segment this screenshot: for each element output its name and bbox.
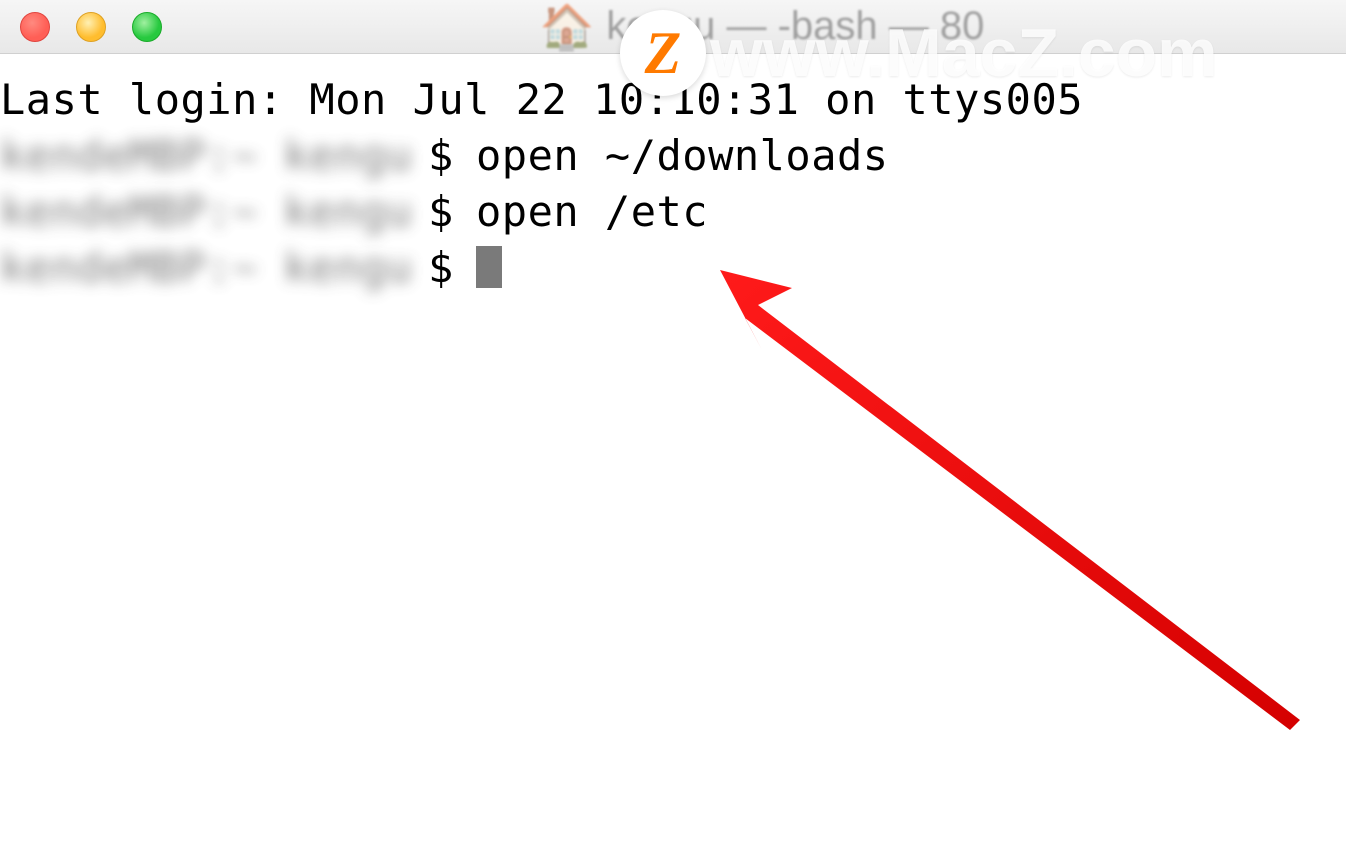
prompt-host: kendeMBP:~ kengu	[0, 184, 428, 240]
arrow-annotation-icon	[700, 250, 1320, 750]
cursor	[476, 246, 502, 288]
prompt-host: kendeMBP:~ kengu	[0, 128, 428, 184]
close-button[interactable]	[20, 12, 50, 42]
watermark: Z www.MacZ.com	[620, 10, 1218, 96]
minimize-button[interactable]	[76, 12, 106, 42]
watermark-text: www.MacZ.com	[710, 14, 1218, 92]
prompt-symbol: $	[428, 240, 476, 296]
prompt-symbol: $	[428, 184, 476, 240]
command-text: open /etc	[476, 184, 708, 240]
prompt-symbol: $	[428, 128, 476, 184]
traffic-lights	[20, 12, 162, 42]
home-icon: 🏠	[540, 1, 595, 53]
command-text: open ~/downloads	[476, 128, 889, 184]
prompt-host: kendeMBP:~ kengu	[0, 240, 428, 296]
command-line-2: kendeMBP:~ kengu$open /etc	[0, 184, 1346, 240]
watermark-badge-icon: Z	[620, 10, 706, 96]
command-line-1: kendeMBP:~ kengu$open ~/downloads	[0, 128, 1346, 184]
maximize-button[interactable]	[132, 12, 162, 42]
command-line-3: kendeMBP:~ kengu$	[0, 240, 1346, 296]
